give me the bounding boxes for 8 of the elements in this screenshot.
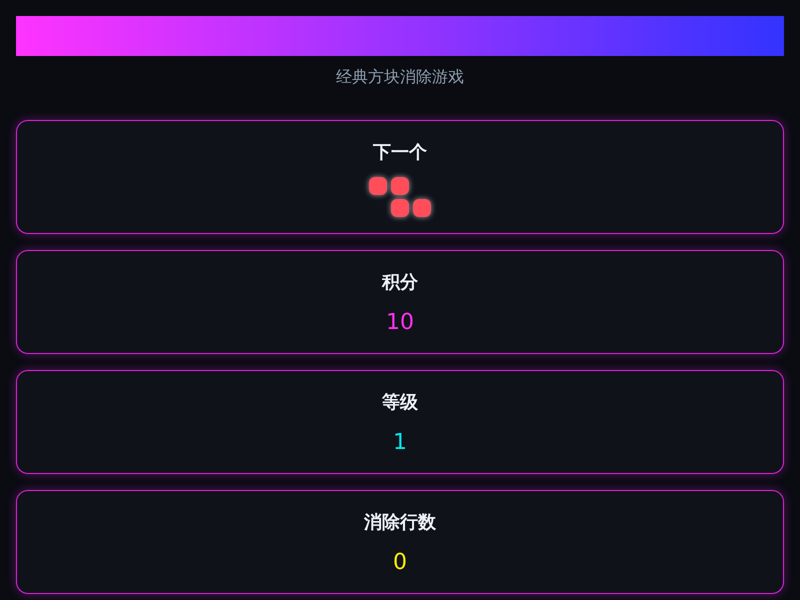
stat-label: 消除行数 xyxy=(364,511,436,535)
stat-value: 0 xyxy=(393,549,407,577)
stat-value: 1 xyxy=(393,429,407,457)
stat-label: 积分 xyxy=(382,271,418,295)
panel-title: 下一个 xyxy=(373,141,427,165)
subtitle: 经典方块消除游戏 xyxy=(336,67,464,86)
stat-value: 10 xyxy=(386,309,414,337)
stat-label: 等级 xyxy=(382,391,418,415)
